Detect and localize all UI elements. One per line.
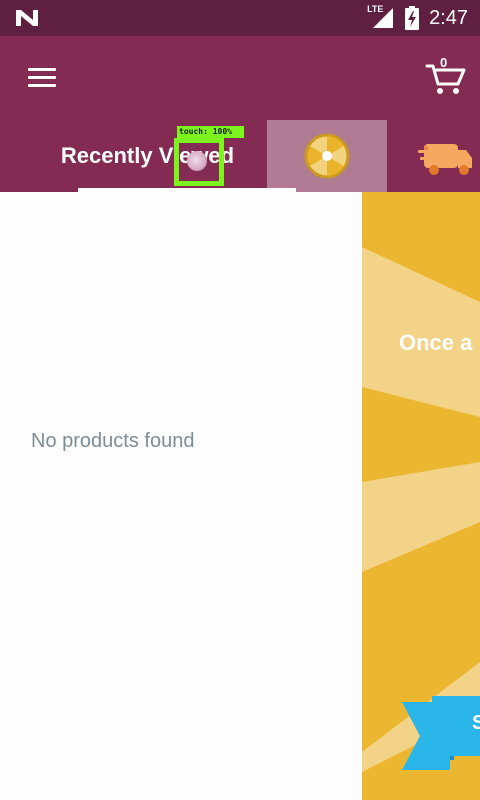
- promo-headline: Once a: [399, 330, 473, 355]
- empty-state-message: No products found: [31, 430, 195, 452]
- app-bar: 0: [0, 36, 480, 120]
- status-time: 2:47: [429, 6, 468, 29]
- battery-charging-icon: [405, 6, 420, 30]
- tab-delivery[interactable]: [400, 120, 480, 192]
- delivery-truck-icon: [418, 144, 472, 175]
- wheel-icon: [304, 133, 350, 179]
- touch-point: [187, 151, 207, 171]
- promo-ribbon[interactable]: [362, 692, 480, 782]
- cart-count-badge: 0: [440, 55, 448, 70]
- hamburger-menu-icon[interactable]: [24, 64, 60, 92]
- recently-viewed-panel: No products found: [0, 192, 362, 800]
- status-bar: LTE 2:47: [0, 0, 480, 36]
- touch-box: [174, 138, 224, 186]
- tab-wheel[interactable]: [267, 120, 387, 192]
- lte-signal-icon: LTE: [367, 4, 395, 30]
- promo-panel[interactable]: Once a S: [362, 192, 480, 800]
- touch-label: touch: 100%: [177, 126, 244, 138]
- status-icons: LTE 2:47: [367, 0, 468, 36]
- promo-banner-label: S: [472, 712, 480, 734]
- cart-button[interactable]: 0: [424, 55, 468, 98]
- notification-n-icon: [14, 7, 40, 29]
- touch-marker: touch: 100%: [174, 126, 244, 188]
